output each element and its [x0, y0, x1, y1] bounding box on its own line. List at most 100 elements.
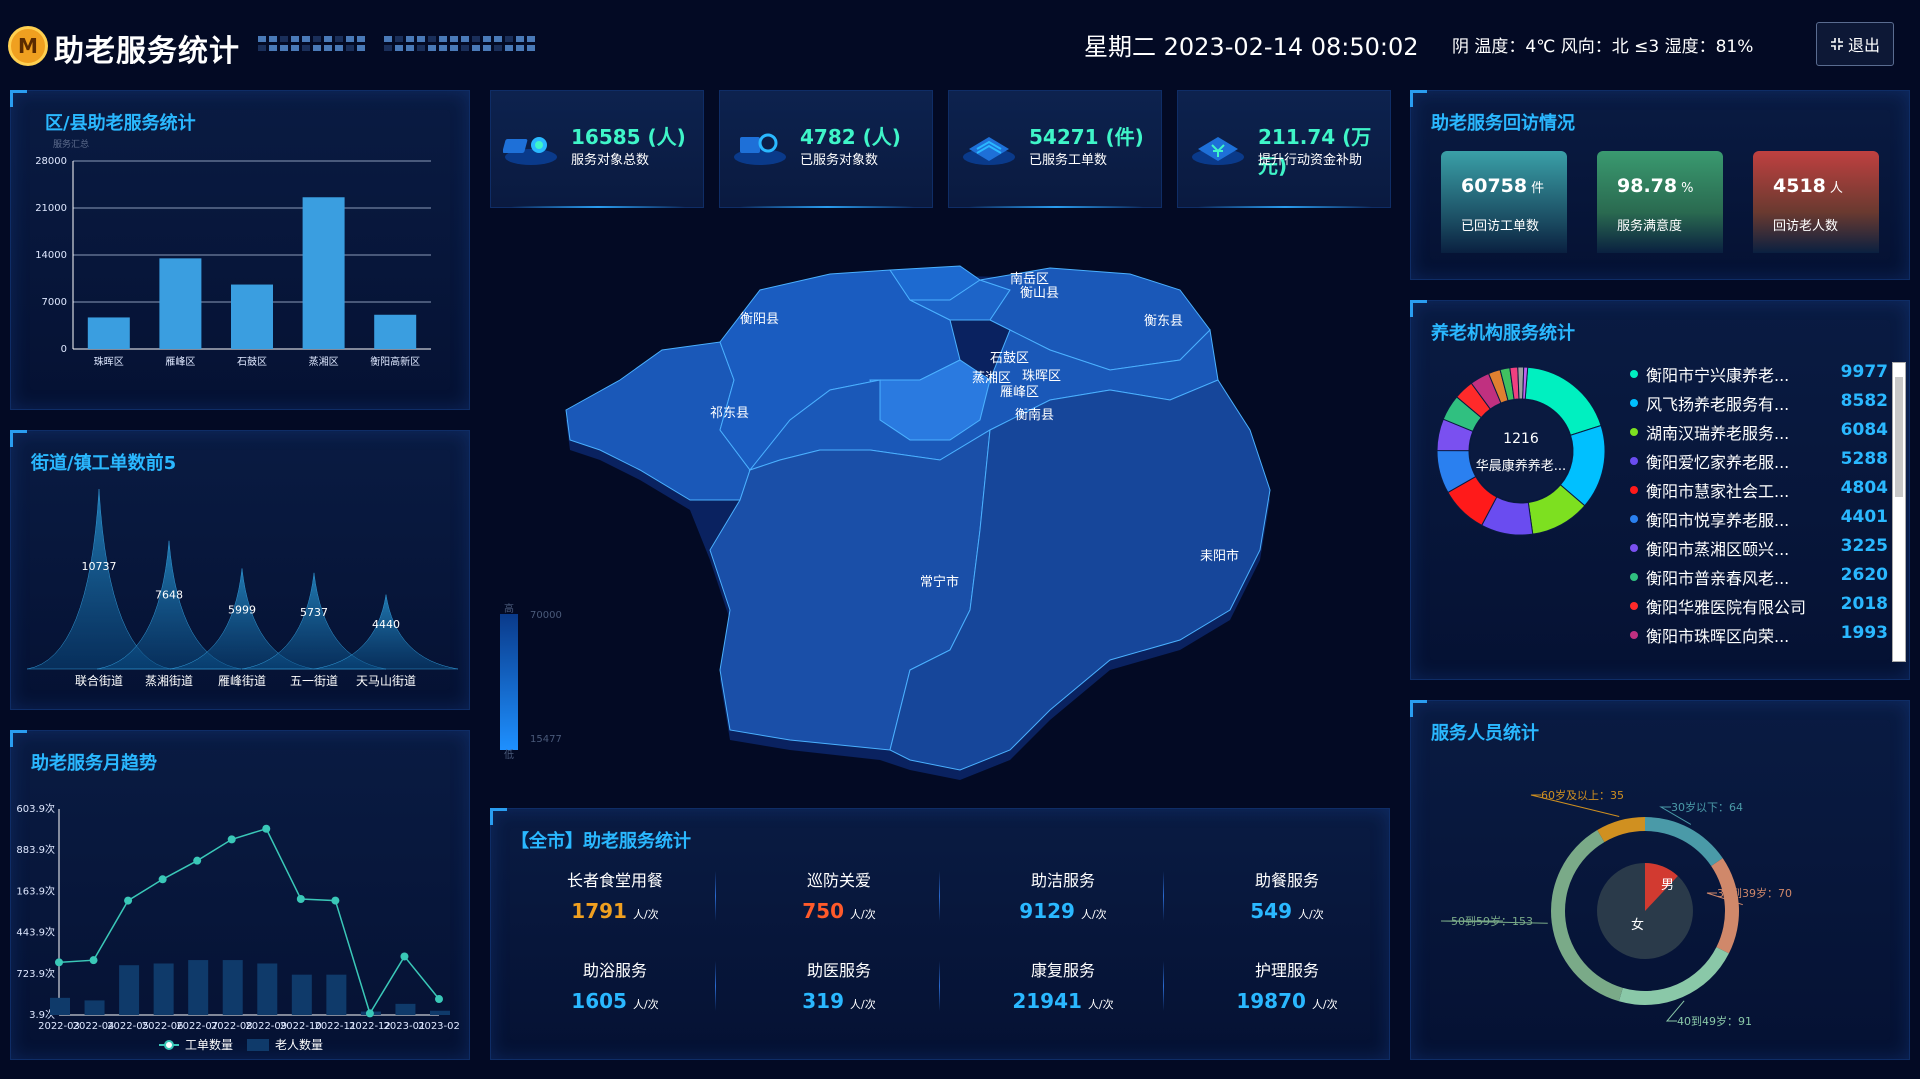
legend-dot: [1630, 515, 1638, 523]
legend-dot: [1630, 457, 1638, 465]
street-mountain-chart: 10737 联合街道 7648 蒸湘街道 5999 雁峰街道 5737 五一街道 4440 天马山…: [26, 488, 459, 688]
map-label: 衡南县: [1015, 407, 1054, 423]
chart-caption: 服务汇总: [53, 138, 89, 150]
map-value-legend: 高 70000 低 15477: [494, 600, 562, 761]
map-label: 衡山县: [1020, 286, 1059, 301]
elder-count-bar: [326, 974, 347, 1015]
peak-value-label: 4440: [372, 618, 400, 631]
street-top5-panel: 街道/镇工单数前5 10737 联合街道 7648 蒸湘街道 5999 雁峰街道 5737 五…: [10, 430, 470, 710]
org-list-item[interactable]: 衡阳市悦享养老服... 4401: [1628, 507, 1888, 531]
monthly-trend-panel: 助老服务月趋势 3.9次 723.9次 443.9次 163.9次 883.9次 603.…: [10, 730, 470, 1060]
map-label: 衡东县: [1144, 314, 1183, 329]
stat-label: 已服务工单数: [1029, 153, 1108, 168]
org-value: 5288: [1840, 449, 1888, 469]
org-list-item[interactable]: 衡阳华雅医院有限公司 2018: [1628, 594, 1888, 618]
org-name: 衡阳市悦享养老服...: [1646, 511, 1790, 530]
exit-button[interactable]: 退出: [1816, 22, 1894, 66]
district-bar: [374, 314, 417, 349]
workorder-point: [89, 956, 98, 965]
org-list-item[interactable]: 衡阳市慧家社会工... 4804: [1628, 478, 1888, 502]
service-separator: [1163, 961, 1164, 1011]
org-value: 1993: [1840, 623, 1888, 643]
org-list-item[interactable]: 湖南汉瑞养老服务... 6084: [1628, 420, 1888, 444]
chart-legend: 工单数量 老人数量: [159, 1037, 323, 1052]
weather-info: 阴 温度：4℃ 风向：北 ≤3 湿度：81%: [1452, 37, 1754, 57]
legend-low-label: 低: [504, 750, 514, 761]
service-separator: [715, 871, 716, 921]
org-list-item[interactable]: 衡阳市蒸湘区颐兴... 3225: [1628, 536, 1888, 560]
district-bar: [302, 197, 345, 349]
service-stat: 康复服务 21941 人/次: [963, 957, 1163, 1013]
stat-value: 4782 (人): [800, 125, 901, 149]
people-icon: [503, 137, 557, 165]
scrollbar-thumb[interactable]: [1895, 377, 1903, 497]
district-bar: [159, 258, 202, 349]
legend-dot: [1630, 631, 1638, 639]
legend-dot: [1630, 486, 1638, 494]
map-label: 祁东县: [710, 406, 749, 421]
map-label: 珠晖区: [1022, 369, 1061, 384]
legend-gradient-bar[interactable]: [500, 614, 518, 750]
service-name: 助餐服务: [1254, 871, 1319, 890]
map-label: 耒阳市: [1200, 548, 1239, 564]
service-stat: 助浴服务 1605 人/次: [515, 957, 715, 1013]
org-list-item[interactable]: 衡阳市珠晖区向荣... 1993: [1628, 623, 1888, 647]
age-label: 60岁及以上：35: [1541, 788, 1624, 802]
service-name: 长者食堂用餐: [566, 871, 663, 890]
elder-count-bar: [291, 974, 312, 1015]
district-service-panel: 区/县助老服务统计 服务汇总 0 7000 14000 21000 28000 珠晖区 雁峰区…: [10, 90, 470, 410]
legend-dot: [1630, 399, 1638, 407]
gender-label: 女: [1631, 917, 1644, 933]
service-stat: 护理服务 19870 人/次: [1187, 957, 1387, 1013]
org-list-item[interactable]: 衡阳爱忆家养老服... 5288: [1628, 449, 1888, 473]
peak-value-label: 10737: [82, 560, 117, 573]
stat-card-funding: 211.74 (万元) 提升行动资金补助: [1177, 90, 1391, 208]
legend-label: 老人数量: [275, 1037, 323, 1052]
header-decoration: [258, 36, 365, 58]
legend-dot: [1630, 544, 1638, 552]
workorder-point: [331, 896, 340, 905]
service-separator: [939, 871, 940, 921]
elder-count-bar: [119, 965, 140, 1015]
service-name: 护理服务: [1254, 961, 1319, 980]
x-tick-label: 蒸湘区: [309, 355, 339, 368]
workorder-point: [296, 894, 305, 903]
y-tick-label: 603.9次: [16, 802, 55, 815]
x-tick-label: 雁峰区: [165, 356, 195, 368]
x-tick-label: 天马山街道: [356, 674, 416, 688]
map-label: 石鼓区: [990, 351, 1029, 366]
org-list-item[interactable]: 衡阳市宁兴康养老... 9977: [1628, 362, 1888, 386]
visit-card-orders: 60758 件 已回访工单数: [1441, 151, 1567, 253]
legend-label: 工单数量: [185, 1037, 233, 1052]
service-name: 康复服务: [1030, 961, 1095, 980]
service-value: 319 人/次: [802, 989, 876, 1013]
x-tick-label: 珠晖区: [94, 355, 124, 368]
visit-label: 回访老人数: [1773, 219, 1839, 234]
legend-dot: [1630, 573, 1638, 581]
legend-dot: [1630, 428, 1638, 436]
monthly-trend-chart: 3.9次723.9次443.9次163.9次883.9次603.9次2022-0…: [16, 802, 460, 1052]
org-donut-chart: [1436, 366, 1606, 536]
service-name: 助浴服务: [582, 961, 647, 980]
age-label: 50到59岁：153: [1451, 914, 1533, 928]
org-name: 衡阳市慧家社会工...: [1646, 482, 1790, 501]
org-value: 3225: [1840, 536, 1888, 556]
org-name: 衡阳华雅医院有限公司: [1646, 598, 1807, 617]
org-value: 2018: [1840, 594, 1888, 614]
workorder-point: [365, 1009, 374, 1018]
org-list-scrollbar[interactable]: [1892, 362, 1906, 662]
service-value: 1605 人/次: [571, 989, 659, 1013]
legend-dot: [1630, 370, 1638, 378]
org-value: 9977: [1840, 362, 1888, 382]
visit-card-elders: 4518 人 回访老人数: [1753, 151, 1879, 253]
workorder-point: [55, 958, 63, 967]
legend-high-label: 高: [504, 604, 514, 615]
org-list-item[interactable]: 风飞扬养老服务有... 8582: [1628, 391, 1888, 415]
elder-count-bar: [50, 997, 70, 1015]
map-label: 衡阳县: [740, 312, 779, 327]
org-name: 湖南汉瑞养老服务...: [1646, 424, 1790, 443]
stat-label: 已服务对象数: [800, 153, 879, 168]
workorder-line: [58, 827, 440, 1016]
org-list-item[interactable]: 衡阳市普亲春风老... 2620: [1628, 565, 1888, 589]
visit-unit: 件: [1531, 181, 1545, 196]
